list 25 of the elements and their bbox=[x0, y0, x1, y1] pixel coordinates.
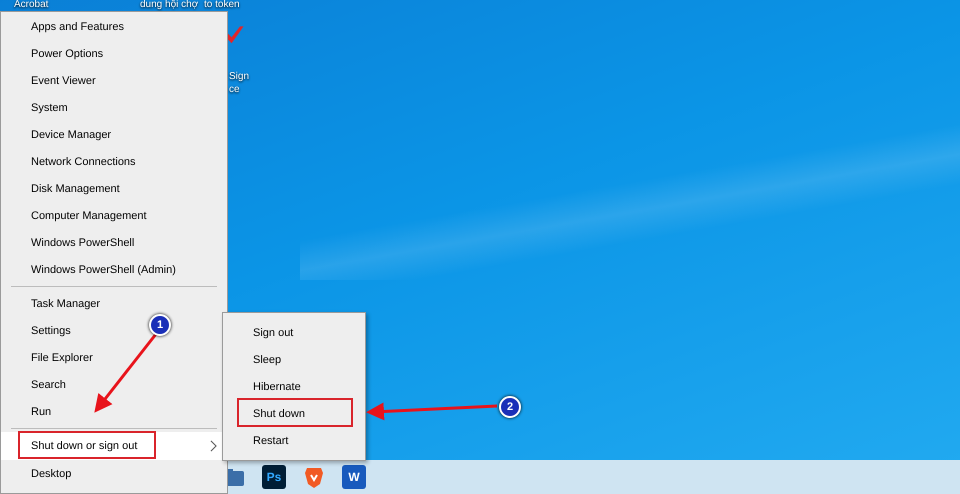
chevron-right-icon bbox=[210, 440, 217, 452]
menu-item[interactable]: Device Manager bbox=[1, 121, 227, 148]
desktop-icon-label: dung hội chợ bbox=[140, 0, 198, 10]
menu-item[interactable]: Computer Management bbox=[1, 202, 227, 229]
menu-item[interactable]: Shut down bbox=[223, 400, 365, 427]
menu-item[interactable]: System bbox=[1, 94, 227, 121]
menu-item[interactable]: Hibernate bbox=[223, 373, 365, 400]
menu-item[interactable]: Network Connections bbox=[1, 148, 227, 175]
desktop-icon-label: ce bbox=[229, 85, 240, 95]
menu-item[interactable]: Power Options bbox=[1, 40, 227, 67]
menu-item[interactable]: Event Viewer bbox=[1, 67, 227, 94]
desktop-icon-label: Acrobat bbox=[14, 0, 48, 10]
menu-item[interactable]: Sleep bbox=[223, 346, 365, 373]
photoshop-icon[interactable]: Ps bbox=[262, 465, 286, 489]
word-icon[interactable]: W bbox=[342, 465, 366, 489]
menu-item[interactable]: Disk Management bbox=[1, 175, 227, 202]
menu-item[interactable]: Windows PowerShell (Admin) bbox=[1, 256, 227, 283]
menu-item[interactable]: Sign out bbox=[223, 319, 365, 346]
desktop-icon-label: Sign bbox=[229, 72, 250, 82]
menu-item[interactable]: Apps and Features bbox=[1, 13, 227, 40]
menu-item[interactable]: Desktop bbox=[1, 460, 227, 487]
step-badge: 2 bbox=[499, 396, 521, 418]
menu-item[interactable]: Windows PowerShell bbox=[1, 229, 227, 256]
menu-item[interactable]: Task Manager bbox=[1, 290, 227, 317]
desktop-icon-label: to token bbox=[204, 0, 240, 10]
